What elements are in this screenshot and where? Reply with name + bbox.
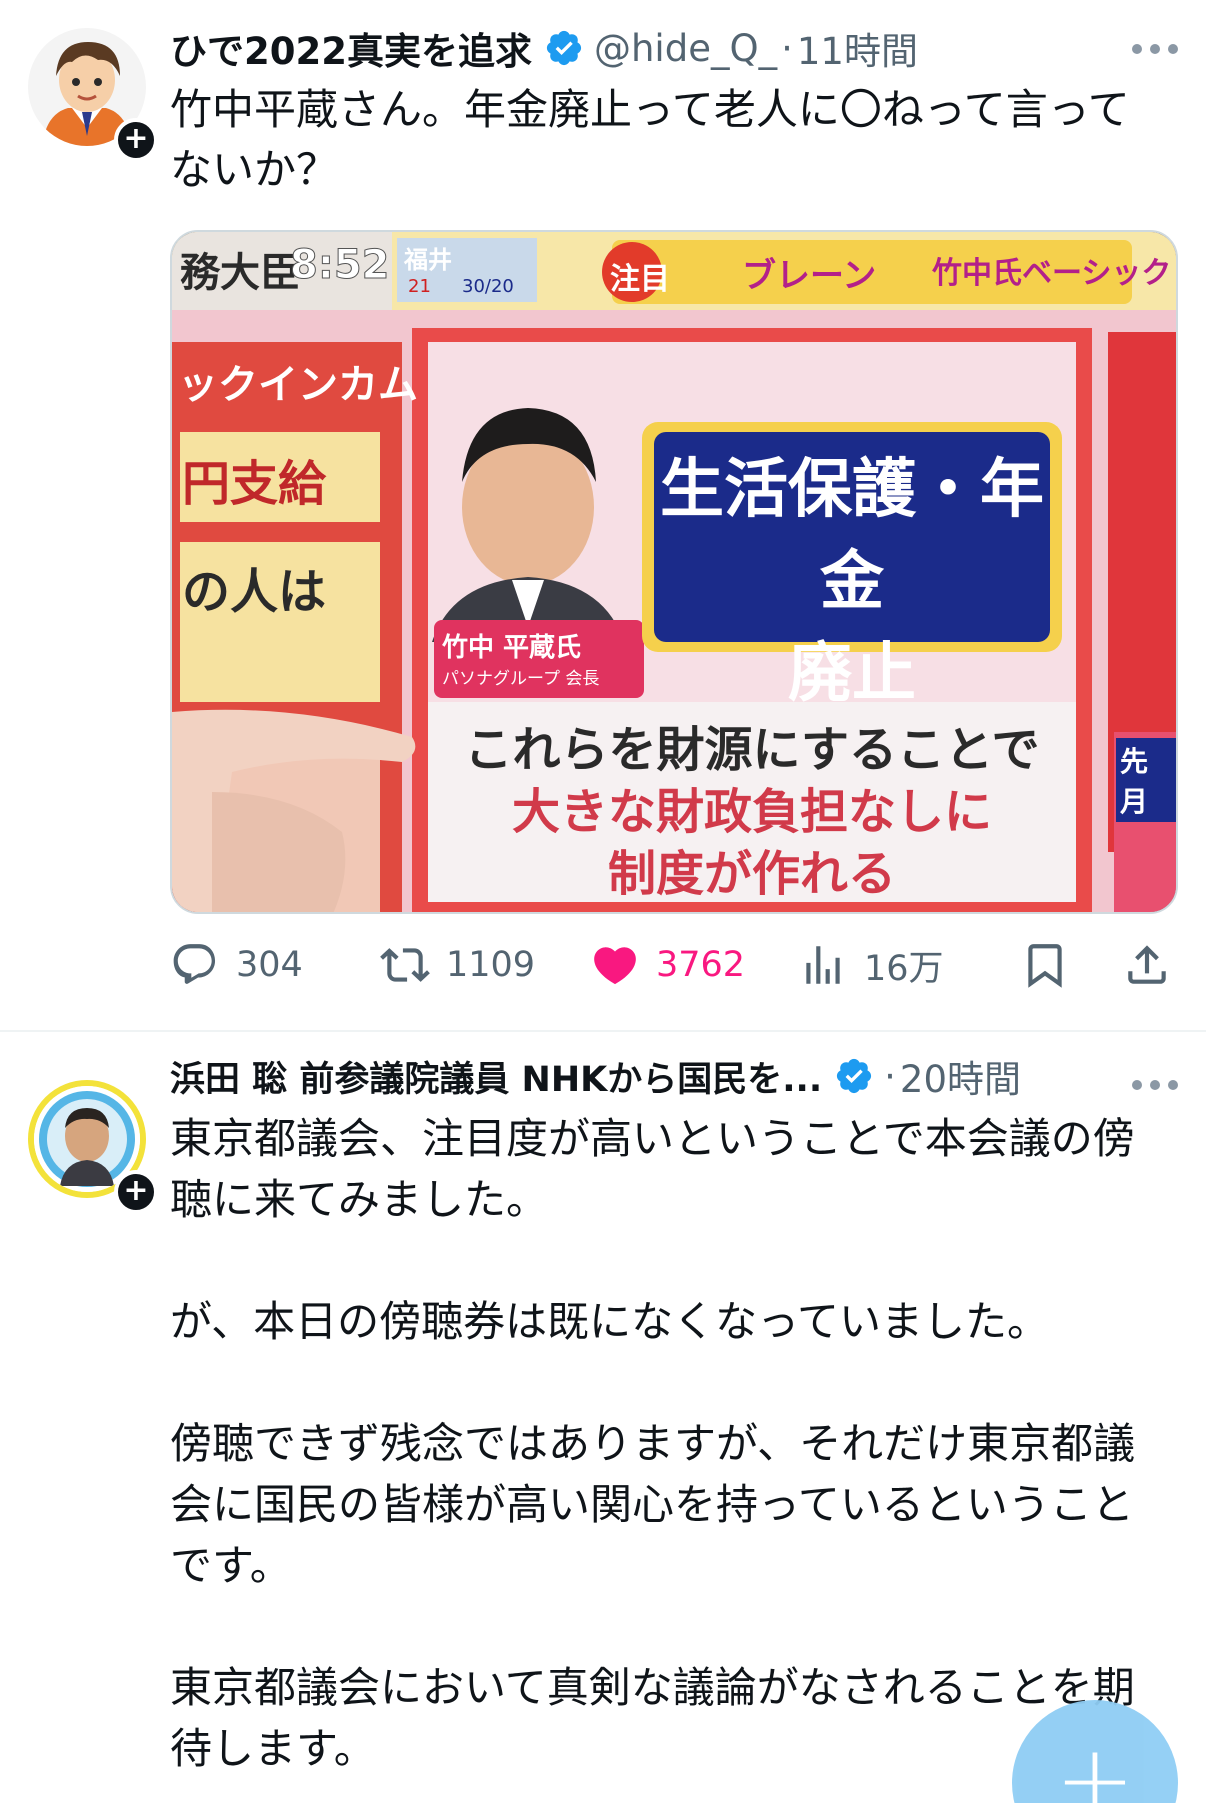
author-name[interactable]: ひで2022真実を追求 xyxy=(170,21,532,75)
tweet-text: 東京都議会、注目度が高いということで本会議の傍聴に来てみました。 が、本日の傍聴… xyxy=(170,1114,1136,1773)
more-icon[interactable] xyxy=(1132,1078,1178,1092)
tweet[interactable]: + ひで2022真実を追求 @hide_Q_ · 11時間 竹中平蔵さん。年金廃… xyxy=(0,0,1206,1030)
bookmark-icon xyxy=(1028,944,1062,988)
timeline-feed: + ひで2022真実を追求 @hide_Q_ · 11時間 竹中平蔵さん。年金廃… xyxy=(0,0,1206,1803)
author-name[interactable]: 浜田 聡 前参議院議員 NHKから国民を... xyxy=(170,1051,822,1102)
tv-headline: 生活保護・年金 廃止 xyxy=(660,453,1044,711)
follow-plus-icon[interactable]: + xyxy=(114,1170,158,1214)
timestamp[interactable]: 20時間 xyxy=(900,1049,1021,1103)
avatar[interactable]: + xyxy=(28,28,158,162)
share-button[interactable] xyxy=(1122,935,1172,995)
retweet-icon xyxy=(380,948,430,982)
follow-plus-icon[interactable]: + xyxy=(114,118,158,162)
tweet-text: 竹中平蔵さん。年金廃止って老人に〇ねって言ってないか？ xyxy=(170,85,1130,194)
heart-icon xyxy=(594,947,636,985)
separator-dot: · xyxy=(884,1054,896,1098)
verified-badge-icon xyxy=(546,30,582,66)
share-icon xyxy=(1128,945,1166,984)
tv-left-panel-1: ックインカム xyxy=(178,362,418,408)
tv-person-name: 竹中 平蔵氏 xyxy=(442,633,582,663)
tweet-media-image[interactable]: 務大臣 8:52 福井 21 30/20 注目 ブレーン 竹中氏ベーシック ック… xyxy=(170,230,1178,914)
reply-count: 304 xyxy=(236,945,303,985)
tv-ticker-tag: 注目 xyxy=(610,262,670,297)
tv-side-label: 先月 xyxy=(1116,738,1176,822)
tweet-actions: 304 1109 3762 16万 xyxy=(170,935,1170,995)
more-icon[interactable] xyxy=(1132,42,1178,56)
tv-person-title: パソナグループ 会長 xyxy=(442,669,600,689)
like-button[interactable]: 3762 xyxy=(590,935,745,995)
tv-left-panel-3: の人は xyxy=(182,564,327,620)
tv-ticker-text: ブレーン xyxy=(742,256,877,296)
tv-left-panel-2: 円支給 xyxy=(182,456,327,512)
separator-dot: · xyxy=(781,26,793,70)
tv-ticker-text2: 竹中氏ベーシック xyxy=(932,256,1172,291)
like-count: 3762 xyxy=(656,945,746,985)
reply-icon xyxy=(173,944,216,984)
tv-weather-temp: 21 xyxy=(408,276,431,297)
tweet[interactable]: + 浜田 聡 前参議院議員 NHKから国民を... · 20時間 東京都議会、注… xyxy=(0,1032,1206,1803)
timestamp[interactable]: 11時間 xyxy=(797,21,918,75)
retweet-count: 1109 xyxy=(446,945,536,985)
views-button[interactable]: 16万 xyxy=(798,935,944,995)
tv-top-left-label: 務大臣 xyxy=(180,250,300,296)
tweet-header: ひで2022真実を追求 @hide_Q_ · 11時間 xyxy=(170,18,918,78)
author-handle[interactable]: @hide_Q_ xyxy=(594,27,777,70)
verified-badge-icon xyxy=(837,1058,872,1094)
bookmark-button[interactable] xyxy=(1020,935,1070,995)
tv-caption-2: 大きな財政負担なしに xyxy=(511,784,992,840)
reply-button[interactable]: 304 xyxy=(170,935,303,995)
tv-caption-3: 制度が作れる xyxy=(607,846,896,902)
tv-caption-1: これらを財源にすることで xyxy=(464,722,1040,778)
tv-weather-range: 30/20 xyxy=(462,276,514,297)
avatar[interactable]: + xyxy=(28,1080,158,1214)
views-icon xyxy=(806,946,840,984)
retweet-button[interactable]: 1109 xyxy=(380,935,535,995)
tv-weather-city: 福井 xyxy=(404,246,452,274)
tweet-header: 浜田 聡 前参議院議員 NHKから国民を... · 20時間 xyxy=(170,1046,1021,1106)
tv-clock: 8:52 xyxy=(290,242,390,289)
views-count: 16万 xyxy=(864,948,944,989)
